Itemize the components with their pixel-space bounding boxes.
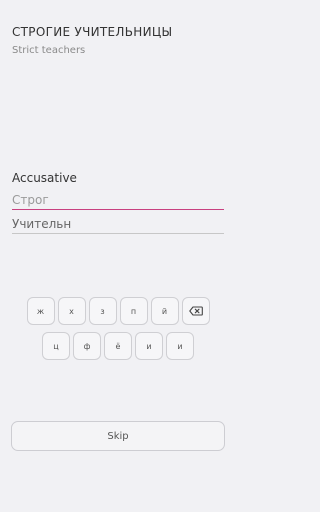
key-z[interactable]: з bbox=[88, 297, 117, 325]
key-f[interactable]: ф bbox=[73, 332, 101, 360]
key-kh[interactable]: х bbox=[57, 297, 86, 325]
answer-input[interactable]: Строг bbox=[12, 191, 224, 210]
letter-keyboard: ж х з п й ц ф ё и и bbox=[0, 297, 236, 367]
key-p[interactable]: п bbox=[119, 297, 148, 325]
key-y-short[interactable]: й bbox=[150, 297, 179, 325]
page-subtitle: Strict teachers bbox=[12, 45, 86, 56]
backspace-button[interactable] bbox=[181, 297, 210, 325]
second-word-field[interactable]: Учительн bbox=[12, 215, 224, 234]
case-label: Accusative bbox=[12, 171, 77, 185]
exercise-screen: СТРОГИЕ УЧИТЕЛЬНИЦЫ Strict teachers Accu… bbox=[0, 0, 236, 512]
page-title: СТРОГИЕ УЧИТЕЛЬНИЦЫ bbox=[12, 25, 173, 39]
keyboard-row-2: ц ф ё и и bbox=[0, 332, 236, 360]
key-yo[interactable]: ё bbox=[104, 332, 132, 360]
keyboard-row-1: ж х з п й bbox=[0, 297, 236, 325]
key-ts[interactable]: ц bbox=[42, 332, 70, 360]
key-i[interactable]: и bbox=[135, 332, 163, 360]
backspace-icon bbox=[188, 306, 203, 316]
key-zh[interactable]: ж bbox=[26, 297, 55, 325]
key-i-2[interactable]: и bbox=[166, 332, 194, 360]
skip-button[interactable]: Skip bbox=[11, 421, 225, 451]
